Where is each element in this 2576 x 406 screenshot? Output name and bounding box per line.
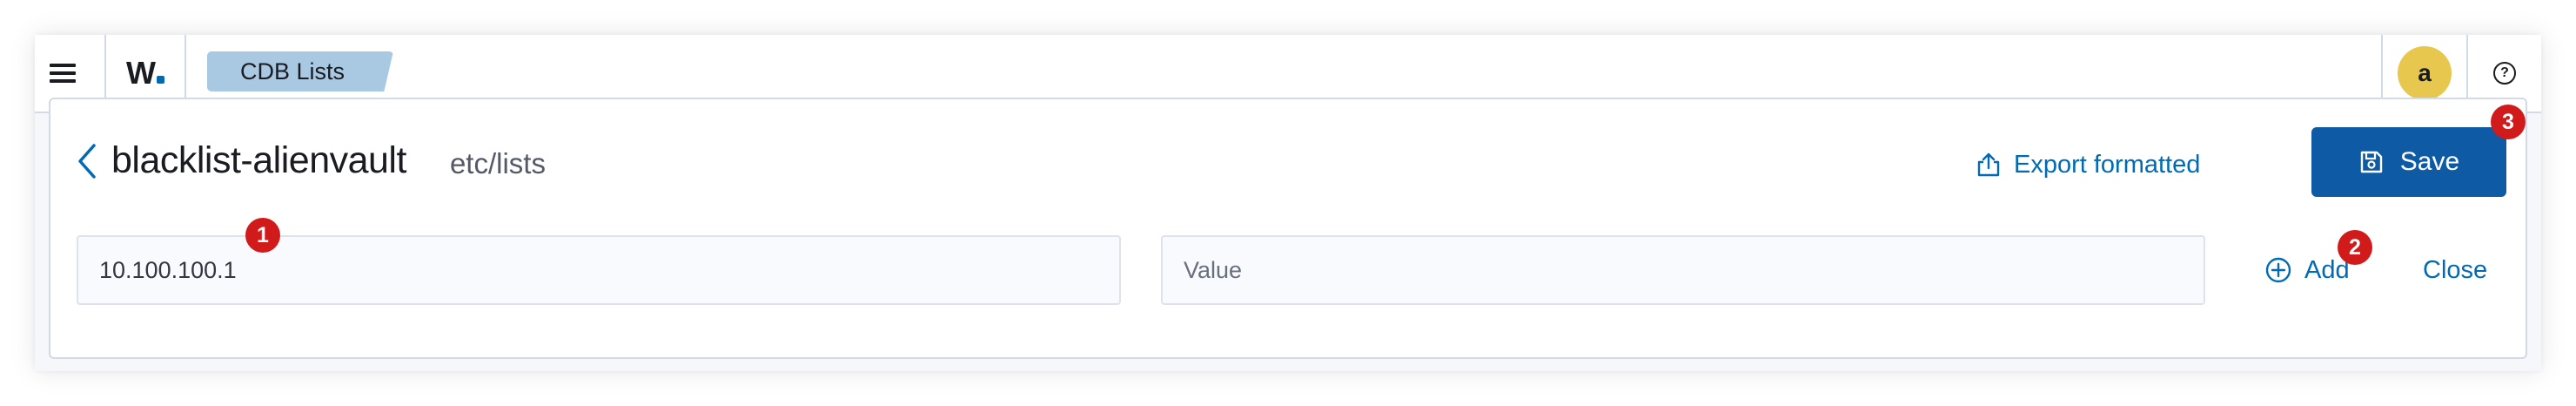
wazuh-logo: W bbox=[126, 55, 164, 91]
avatar: a bbox=[2398, 46, 2452, 100]
help-icon: ? bbox=[2493, 62, 2516, 85]
annotation-badge-3: 3 bbox=[2491, 105, 2526, 139]
list-path: etc/lists bbox=[449, 146, 546, 179]
save-button[interactable]: Save bbox=[2311, 127, 2506, 197]
breadcrumb-cdb-lists[interactable]: CDB Lists bbox=[207, 51, 393, 91]
app-frame: W CDB Lists a ? blacklist-alienvault etc… bbox=[35, 35, 2541, 371]
save-icon bbox=[2360, 151, 2382, 173]
annotation-badge-2: 2 bbox=[2338, 230, 2372, 265]
plus-circle-icon bbox=[2265, 257, 2291, 283]
annotation-badge-1: 1 bbox=[245, 218, 280, 253]
close-button[interactable]: Close bbox=[2423, 235, 2487, 305]
save-label: Save bbox=[2399, 147, 2460, 176]
menu-icon bbox=[50, 59, 76, 87]
cdb-list-editor-panel: blacklist-alienvault etc/lists Export fo… bbox=[49, 98, 2527, 359]
chevron-left-icon bbox=[78, 143, 96, 179]
add-button[interactable]: Add bbox=[2264, 235, 2350, 305]
editor-title-row: blacklist-alienvault etc/lists bbox=[77, 139, 546, 182]
export-formatted-button[interactable]: Export formatted bbox=[1976, 139, 2200, 190]
value-input[interactable] bbox=[1161, 235, 2205, 305]
export-icon bbox=[1977, 152, 2000, 177]
export-label: Export formatted bbox=[2014, 150, 2201, 179]
list-title: blacklist-alienvault bbox=[111, 139, 406, 181]
key-input[interactable] bbox=[77, 235, 1121, 305]
back-button[interactable] bbox=[77, 143, 97, 179]
